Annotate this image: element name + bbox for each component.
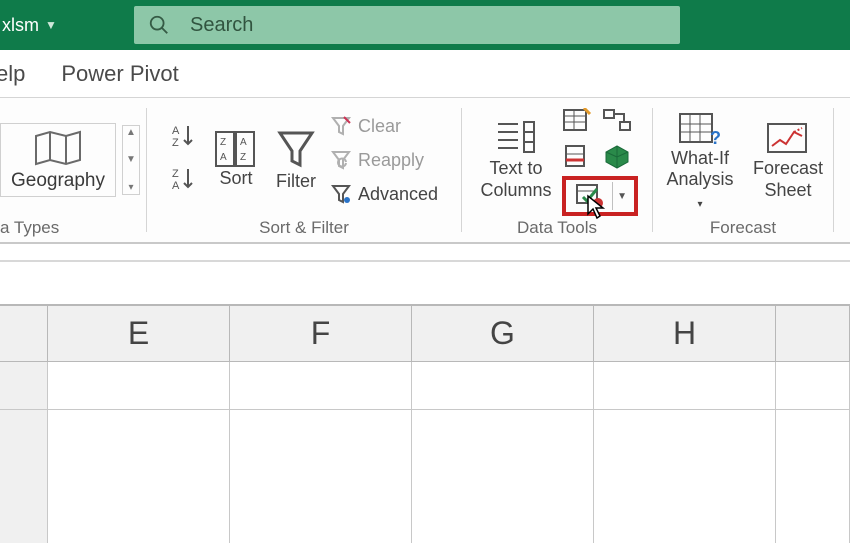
svg-text:A: A (240, 137, 247, 148)
gallery-up-button[interactable]: ▲ (123, 126, 139, 139)
group-label-data-types: a Types (0, 218, 59, 240)
tab-help[interactable]: elp (0, 53, 29, 95)
ribbon: Geography ▲ ▼ ▾ a Types AZ ZA (0, 98, 850, 244)
group-label-data-tools: Data Tools (517, 218, 597, 240)
svg-text:Z: Z (240, 152, 246, 163)
group-label-sort-filter: Sort & Filter (259, 218, 349, 240)
what-if-icon: ? (676, 108, 724, 148)
geography-label: Geography (11, 170, 105, 192)
data-model-button[interactable] (602, 144, 638, 176)
sort-descending-button[interactable]: ZA (170, 165, 198, 198)
sort-label: Sort (219, 168, 252, 190)
filter-button[interactable]: Filter (270, 125, 322, 195)
column-header-F[interactable]: F (230, 304, 412, 362)
clear-filter-icon (330, 115, 352, 137)
search-icon (148, 14, 170, 36)
forecast-line2: Sheet (764, 180, 811, 202)
cell[interactable] (48, 362, 230, 410)
flash-fill-button[interactable] (562, 108, 598, 140)
svg-text:Z: Z (220, 137, 226, 148)
title-bar: xlsm ▼ Search (0, 0, 850, 50)
gallery-more-button[interactable]: ▾ (123, 181, 139, 194)
row-header-gutter[interactable] (0, 304, 48, 362)
chevron-down-icon: ▼ (45, 18, 56, 32)
remove-duplicates-button[interactable] (562, 144, 598, 176)
sort-ascending-button[interactable]: AZ (170, 122, 198, 155)
clear-filter-button[interactable]: Clear (330, 113, 401, 139)
data-validation-dropdown[interactable]: ▼ (612, 182, 632, 210)
filter-label: Filter (276, 171, 316, 193)
advanced-filter-button[interactable]: Advanced (330, 181, 438, 207)
svg-text:?: ? (710, 128, 721, 148)
text-to-columns-button[interactable]: Text to Columns (476, 116, 555, 203)
chevron-down-icon: ▼ (617, 191, 627, 202)
cell[interactable] (230, 410, 412, 543)
column-header-H[interactable]: H (594, 304, 776, 362)
column-header-next[interactable] (776, 304, 850, 362)
group-data-tools: Text to Columns (462, 98, 652, 242)
cell[interactable] (776, 362, 850, 410)
funnel-icon (274, 127, 318, 171)
what-if-analysis-button[interactable]: ? What-If Analysis ▾ (659, 106, 741, 215)
geography-button[interactable]: Geography (0, 123, 116, 197)
sort-button[interactable]: ZA AZ Sort (210, 128, 262, 192)
advanced-label: Advanced (358, 184, 438, 205)
data-validation-icon (575, 183, 605, 209)
ttc-line1: Text to (489, 158, 542, 180)
grid[interactable]: E F G H (0, 304, 850, 543)
svg-text:A: A (220, 152, 227, 163)
column-header-G[interactable]: G (412, 304, 594, 362)
search-placeholder: Search (190, 14, 253, 37)
forecast-line1: Forecast (753, 158, 823, 180)
cell[interactable] (776, 410, 850, 543)
data-types-gallery-spinner: ▲ ▼ ▾ (122, 125, 140, 195)
whatif-line1: What-If (671, 148, 729, 170)
svg-text:Z: Z (172, 168, 179, 180)
group-forecast: ? What-If Analysis ▾ Forecast Sheet Fore… (653, 98, 833, 242)
sort-az-za-stack: AZ ZA (170, 122, 198, 198)
ttc-line2: Columns (480, 180, 551, 202)
reapply-label: Reapply (358, 150, 424, 171)
tab-power-pivot[interactable]: Power Pivot (57, 53, 182, 95)
data-validation-main[interactable] (568, 183, 612, 209)
whatif-line2: Analysis ▾ (663, 169, 737, 212)
cell[interactable] (412, 362, 594, 410)
data-validation-split-button[interactable]: ▼ (562, 176, 638, 216)
cell[interactable] (48, 410, 230, 543)
ribbon-tabs: elp Power Pivot (0, 50, 850, 98)
text-to-columns-icon (494, 118, 538, 158)
relationships-button[interactable] (602, 108, 638, 140)
worksheet-area[interactable]: E F G H (0, 244, 850, 543)
column-header-E[interactable]: E (48, 304, 230, 362)
group-sort-filter: AZ ZA ZA AZ Sort Filter (147, 98, 461, 242)
filename-fragment: xlsm (2, 15, 39, 36)
reapply-filter-button[interactable]: Reapply (330, 147, 424, 173)
cell[interactable] (230, 362, 412, 410)
chevron-down-icon: ▾ (697, 199, 702, 210)
forecast-sheet-button[interactable]: Forecast Sheet (749, 116, 827, 203)
svg-text:A: A (172, 125, 180, 137)
group-label-forecast: Forecast (710, 218, 776, 240)
sort-dialog-icon: ZA AZ (214, 130, 258, 168)
gallery-down-button[interactable]: ▼ (123, 153, 139, 166)
filename-dropdown[interactable]: xlsm ▼ (0, 15, 56, 36)
cell[interactable] (594, 362, 776, 410)
svg-text:A: A (172, 180, 180, 192)
svg-text:Z: Z (172, 137, 179, 149)
map-icon (32, 128, 84, 168)
row-header[interactable] (0, 362, 48, 410)
group-data-types: Geography ▲ ▼ ▾ a Types (0, 98, 146, 242)
clear-label: Clear (358, 116, 401, 137)
cell[interactable] (594, 410, 776, 543)
advanced-filter-icon (330, 183, 352, 205)
cell[interactable] (412, 410, 594, 543)
row-header[interactable] (0, 410, 48, 543)
reapply-icon (330, 149, 352, 171)
search-box[interactable]: Search (134, 6, 680, 44)
forecast-sheet-icon (764, 118, 812, 158)
